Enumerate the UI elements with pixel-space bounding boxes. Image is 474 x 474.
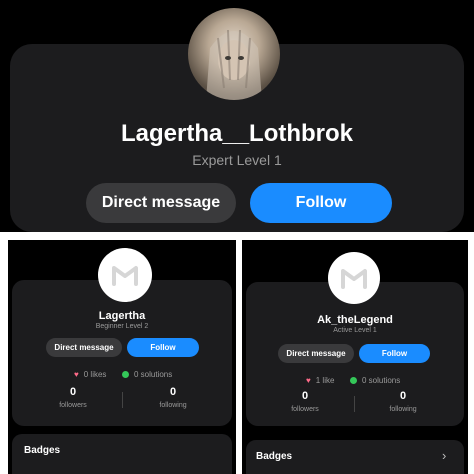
right-badges-label: Badges (256, 451, 293, 462)
right-followers-count[interactable]: 0 (280, 390, 330, 402)
m-logo-icon (112, 266, 138, 286)
profile-level: Expert Level 1 (192, 152, 282, 168)
left-follow-button[interactable]: Follow (127, 338, 199, 357)
right-following-count[interactable]: 0 (378, 390, 428, 402)
left-solutions-text: 0 solutions (134, 370, 173, 379)
right-follow-button[interactable]: Follow (359, 344, 430, 363)
right-likes-text: 1 like (315, 376, 335, 385)
top-profile-panel: Lagertha__Lothbrok Expert Level 1 Direct… (0, 0, 474, 232)
right-username: Ak_theLegend (317, 314, 393, 326)
left-followers-count[interactable]: 0 (48, 386, 98, 398)
right-level: Active Level 1 (333, 327, 377, 334)
left-profile-panel: Lagertha Beginner Level 2 Direct message… (8, 240, 236, 474)
chevron-right-icon[interactable]: › (442, 448, 446, 463)
right-following-label: following (389, 406, 417, 413)
right-solutions-stat: 0 solutions (350, 376, 400, 385)
left-following-count[interactable]: 0 (148, 386, 198, 398)
left-following-label: following (159, 402, 187, 409)
left-level: Beginner Level 2 (95, 323, 149, 330)
profile-username: Lagertha__Lothbrok (120, 120, 354, 147)
right-direct-message-button[interactable]: Direct message (278, 344, 354, 363)
check-circle-icon (122, 371, 129, 378)
left-username: Lagertha (98, 310, 146, 322)
heart-icon: ♥ (306, 376, 311, 385)
follow-button[interactable]: Follow (250, 183, 392, 223)
m-logo-icon (341, 269, 367, 289)
direct-message-button[interactable]: Direct message (86, 183, 236, 223)
right-solutions-text: 0 solutions (362, 376, 401, 385)
right-avatar[interactable] (328, 252, 380, 304)
right-followers-label: followers (291, 406, 319, 413)
right-stat-divider (354, 396, 355, 412)
profile-photo-image (206, 29, 262, 100)
left-followers-label: followers (59, 402, 87, 409)
left-badges-label: Badges (24, 445, 61, 456)
check-circle-icon (350, 377, 357, 384)
left-solutions-stat: 0 solutions (122, 370, 172, 379)
heart-icon: ♥ (74, 370, 79, 379)
left-stat-divider (122, 392, 123, 408)
left-likes-stat: ♥ 0 likes (74, 370, 106, 379)
right-profile-panel: Ak_theLegend Active Level 1 Direct messa… (242, 240, 468, 474)
left-likes-text: 0 likes (83, 370, 107, 379)
profile-avatar[interactable] (188, 8, 280, 100)
right-likes-stat: ♥ 1 like (306, 376, 334, 385)
left-avatar[interactable] (98, 248, 152, 302)
left-direct-message-button[interactable]: Direct message (46, 338, 122, 357)
